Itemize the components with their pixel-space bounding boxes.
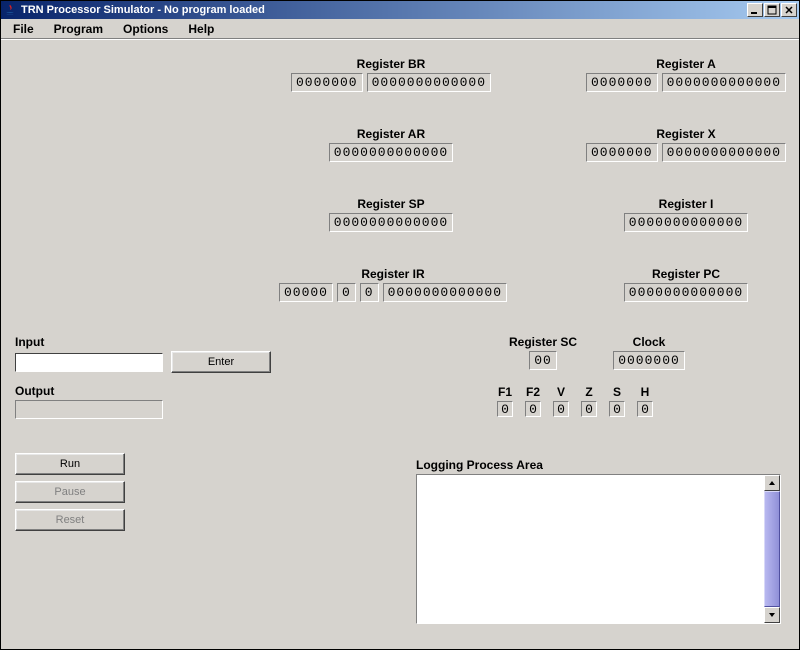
log-label: Logging Process Area [416,458,781,472]
flag-z: Z 0 [581,385,597,417]
register-sp-label: Register SP [326,197,456,211]
flag-v-val: 0 [553,401,569,417]
flag-s-val: 0 [609,401,625,417]
log-textarea[interactable] [416,474,781,624]
register-pc-label: Register PC [621,267,751,281]
flag-z-val: 0 [581,401,597,417]
minimize-button[interactable] [747,3,763,17]
flag-z-label: Z [581,385,597,399]
menu-help[interactable]: Help [180,20,222,38]
log-area: Logging Process Area [416,458,781,624]
register-br-label: Register BR [301,57,481,71]
scroll-track[interactable] [764,491,780,607]
window-controls [746,3,797,17]
register-ar: Register AR 0000000000000 [326,127,456,162]
register-ir-b: 0 [337,283,356,302]
scroll-down-button[interactable] [764,607,780,623]
output-field [15,400,163,419]
register-sc-label: Register SC [503,335,583,349]
register-sp: Register SP 0000000000000 [326,197,456,232]
flag-h-val: 0 [637,401,653,417]
flag-h-label: H [637,385,653,399]
register-x: Register X 0000000 0000000000000 [596,127,776,162]
java-icon [3,3,17,17]
titlebar: TRN Processor Simulator - No program loa… [1,1,799,19]
register-br-hi: 0000000 [291,73,363,92]
register-sc: Register SC 00 [503,335,583,370]
output-group: Output [15,384,163,419]
register-pc-val: 0000000000000 [624,283,748,302]
clock: Clock 0000000 [609,335,689,370]
scroll-up-button[interactable] [764,475,780,491]
reset-button[interactable]: Reset [15,509,125,531]
register-x-lo: 0000000000000 [662,143,786,162]
input-group: Input Enter [15,335,271,373]
flag-v-label: V [553,385,569,399]
register-a: Register A 0000000 0000000000000 [596,57,776,92]
maximize-button[interactable] [764,3,780,17]
register-i-label: Register I [621,197,751,211]
flag-f1-label: F1 [497,385,513,399]
menu-options[interactable]: Options [115,20,176,38]
register-br: Register BR 0000000 0000000000000 [301,57,481,92]
content-area: Register BR 0000000 0000000000000 Regist… [1,39,799,649]
pause-button[interactable]: Pause [15,481,125,503]
enter-button[interactable]: Enter [171,351,271,373]
register-ar-val: 0000000000000 [329,143,453,162]
scroll-thumb[interactable] [764,491,780,607]
flag-f1-val: 0 [497,401,513,417]
flag-h: H 0 [637,385,653,417]
input-field[interactable] [15,353,163,372]
register-ir: Register IR 00000 0 0 0000000000000 [278,267,508,302]
run-button[interactable]: Run [15,453,125,475]
register-x-label: Register X [596,127,776,141]
register-ir-c: 0 [360,283,379,302]
register-x-hi: 0000000 [586,143,658,162]
menubar: File Program Options Help [1,19,799,39]
log-scrollbar[interactable] [764,475,780,623]
flag-s-label: S [609,385,625,399]
flag-v: V 0 [553,385,569,417]
register-i-val: 0000000000000 [624,213,748,232]
menu-file[interactable]: File [5,20,42,38]
flag-f2: F2 0 [525,385,541,417]
flag-f1: F1 0 [497,385,513,417]
flags-row: F1 0 F2 0 V 0 Z 0 S 0 H 0 [497,385,653,417]
window-root: TRN Processor Simulator - No program loa… [0,0,800,650]
flag-f2-val: 0 [525,401,541,417]
register-ar-label: Register AR [326,127,456,141]
register-sp-val: 0000000000000 [329,213,453,232]
output-label: Output [15,384,163,398]
clock-val: 0000000 [613,351,685,370]
register-sc-val: 00 [529,351,557,370]
flag-s: S 0 [609,385,625,417]
register-ir-label: Register IR [278,267,508,281]
register-pc: Register PC 0000000000000 [621,267,751,302]
register-a-hi: 0000000 [586,73,658,92]
input-label: Input [15,335,271,349]
register-a-label: Register A [596,57,776,71]
register-a-lo: 0000000000000 [662,73,786,92]
register-br-lo: 0000000000000 [367,73,491,92]
register-ir-a: 00000 [279,283,333,302]
window-title: TRN Processor Simulator - No program loa… [21,4,746,16]
close-button[interactable] [781,3,797,17]
register-ir-d: 0000000000000 [383,283,507,302]
control-buttons: Run Pause Reset [15,453,125,531]
menu-program[interactable]: Program [46,20,111,38]
register-i: Register I 0000000000000 [621,197,751,232]
clock-label: Clock [609,335,689,349]
flag-f2-label: F2 [525,385,541,399]
